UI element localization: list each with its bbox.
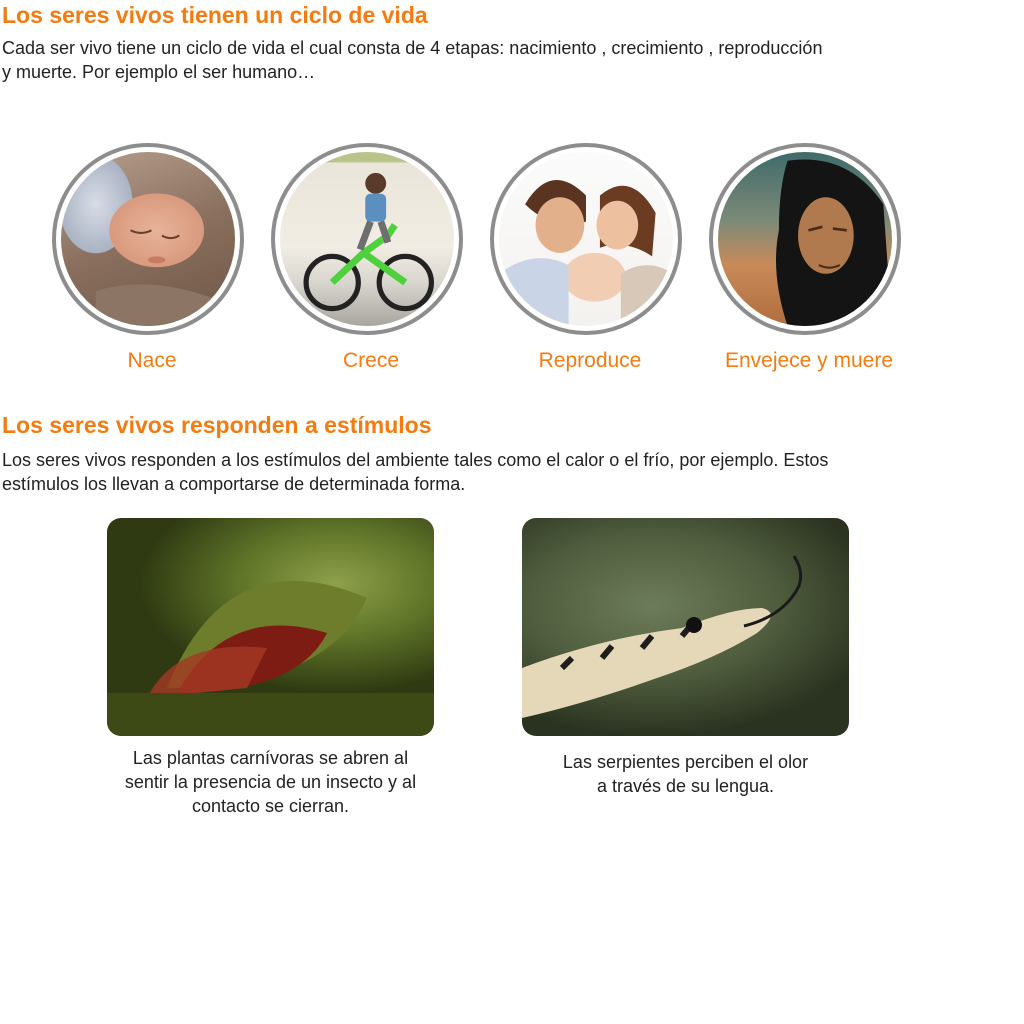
venus-flytrap-photo: [107, 518, 434, 736]
stage-label: Crece: [342, 349, 400, 372]
stage-circle-frame: [709, 143, 901, 335]
section-title-life-cycle: Los seres vivos tienen un ciclo de vida: [2, 2, 428, 28]
stage-circle-frame: [52, 143, 244, 335]
example-caption: Las serpientes perciben el olor a través…: [562, 752, 809, 796]
family-with-baby-photo: [499, 152, 673, 326]
stage-envejece: Envejece y muere: [709, 143, 909, 373]
stage-label: Nace: [127, 349, 177, 372]
stimuli-description: Los seres vivos responden a los estímulo…: [2, 450, 829, 494]
example-snake: Las serpientes perciben el olor a través…: [522, 518, 849, 798]
stage-circle-frame: [490, 143, 682, 335]
snake-tongue-photo: [522, 518, 849, 736]
stage-label: Envejece y muere: [724, 349, 894, 372]
example-caption: Las plantas carnívoras se abren al senti…: [124, 748, 417, 816]
stage-circle-frame: [271, 143, 463, 335]
stage-nace: Nace: [52, 143, 252, 373]
sleeping-baby-photo: [61, 152, 235, 326]
stage-crece: Crece: [271, 143, 471, 373]
section-title-stimuli: Los seres vivos responden a estímulos: [2, 412, 432, 438]
life-cycle-description: Cada ser vivo tiene un ciclo de vida el …: [2, 38, 823, 82]
stage-reproduce: Reproduce: [490, 143, 690, 373]
elderly-woman-photo: [718, 152, 892, 326]
example-carnivorous-plant: Las plantas carnívoras se abren al senti…: [107, 518, 434, 818]
stage-label: Reproduce: [538, 349, 642, 372]
boy-on-bicycle-photo: [280, 152, 454, 326]
